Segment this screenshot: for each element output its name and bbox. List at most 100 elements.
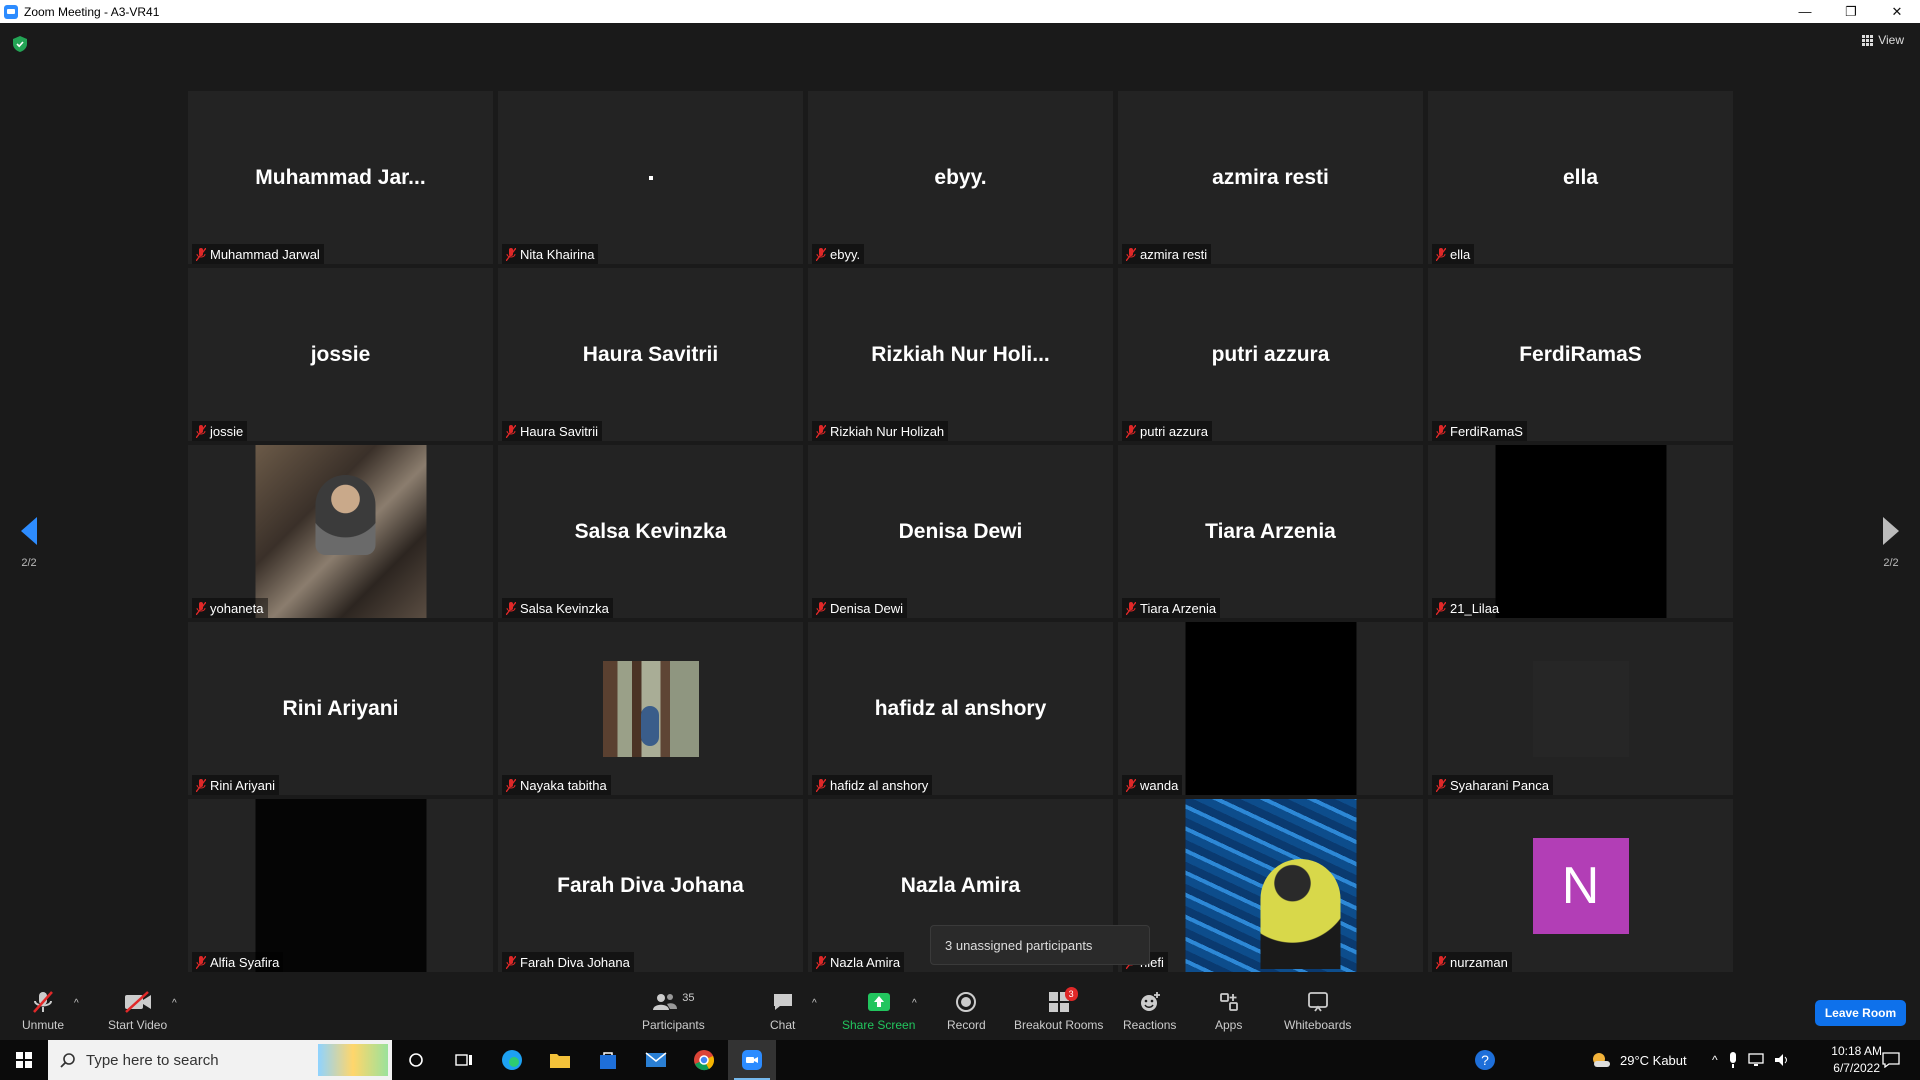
video-options-caret-icon[interactable]: ^ <box>172 998 177 1009</box>
participant-tile[interactable]: ebyy. ebyy. <box>808 91 1113 264</box>
next-page-button[interactable]: 2/2 <box>1876 517 1906 569</box>
unmute-button[interactable]: Unmute <box>22 990 64 1032</box>
share-screen-icon <box>867 993 890 1011</box>
network-icon[interactable] <box>1747 1053 1764 1067</box>
breakout-rooms-button[interactable]: 3 Breakout Rooms <box>1014 987 1103 1032</box>
whiteboard-icon <box>1307 992 1328 1012</box>
search-placeholder: Type here to search <box>86 1051 219 1069</box>
reactions-button[interactable]: Reactions <box>1123 990 1176 1032</box>
participant-tile[interactable]: Alfia Syafira <box>188 799 493 972</box>
participant-tile[interactable]: Tiara Arzenia Tiara Arzenia <box>1118 445 1423 618</box>
record-button[interactable]: Record <box>947 990 986 1032</box>
participant-tile[interactable]: Nayaka tabitha <box>498 622 803 795</box>
muted-mic-icon <box>195 247 207 261</box>
participant-name-label: Salsa Kevinzka <box>502 598 613 618</box>
chat-icon <box>773 994 792 1010</box>
participant-profile-photo <box>602 660 699 757</box>
whiteboards-button[interactable]: Whiteboards <box>1284 990 1351 1032</box>
participant-tile[interactable]: jossie jossie <box>188 268 493 441</box>
microphone-tray-icon[interactable] <box>1728 1052 1738 1068</box>
muted-mic-icon <box>505 424 517 438</box>
participant-grid: Muhammad Jar... Muhammad Jarwal Nita Khair… <box>188 91 1733 972</box>
participant-tile[interactable]: hafidz al anshory hafidz al anshory <box>808 622 1113 795</box>
previous-page-button[interactable]: 2/2 <box>14 517 44 569</box>
cortana-button[interactable] <box>392 1040 440 1080</box>
participant-placeholder-mark <box>648 175 653 180</box>
participant-tile[interactable]: Nita Khairina <box>498 91 803 264</box>
store-taskbar-button[interactable] <box>584 1040 632 1080</box>
muted-mic-icon <box>195 955 207 969</box>
participant-name: nurzaman <box>1450 954 1508 970</box>
minimize-button[interactable]: — <box>1782 0 1828 23</box>
participant-name-label: Rizkiah Nur Holizah <box>812 421 949 441</box>
apps-button[interactable]: Apps <box>1215 990 1242 1032</box>
participant-tile[interactable]: Nnurzaman <box>1428 799 1733 972</box>
security-shield-icon[interactable] <box>13 36 27 52</box>
leave-room-button[interactable]: Leave Room <box>1815 1000 1906 1026</box>
participant-name: 21_Lilaa <box>1450 600 1500 616</box>
participant-name-label: jossie <box>192 421 248 441</box>
file-explorer-taskbar-button[interactable] <box>536 1040 584 1080</box>
chrome-taskbar-button[interactable] <box>680 1040 728 1080</box>
participant-tile[interactable]: Muhammad Jar... Muhammad Jarwal <box>188 91 493 264</box>
participant-tile[interactable]: Syaharani Panca <box>1428 622 1733 795</box>
participant-tile[interactable]: ella ella <box>1428 91 1733 264</box>
chat-button[interactable]: Chat <box>770 990 795 1032</box>
participant-tile[interactable]: 21_Lilaa <box>1428 445 1733 618</box>
participant-display-name: jossie <box>310 342 371 366</box>
taskbar-search-box[interactable]: Type here to search <box>48 1040 392 1080</box>
share-screen-label: Share Screen <box>842 1018 916 1032</box>
muted-mic-icon <box>195 778 207 792</box>
participant-name-label: Nita Khairina <box>502 244 599 264</box>
share-options-caret-icon[interactable]: ^ <box>912 998 917 1009</box>
edge-taskbar-button[interactable] <box>488 1040 536 1080</box>
close-button[interactable]: ✕ <box>1874 0 1920 23</box>
start-button[interactable] <box>0 1040 48 1080</box>
restore-button[interactable]: ❐ <box>1828 0 1874 23</box>
participant-name: hafidz al anshory <box>830 777 929 793</box>
unassigned-participants-tooltip: 3 unassigned participants <box>930 925 1150 965</box>
mail-taskbar-button[interactable] <box>632 1040 680 1080</box>
view-button[interactable]: View <box>1862 33 1904 47</box>
tray-chevron-icon[interactable]: ^ <box>1712 1053 1718 1067</box>
weather-widget[interactable]: 29°C Kabut <box>1590 1040 1687 1080</box>
participant-tile[interactable]: FerdiRamaS FerdiRamaS <box>1428 268 1733 441</box>
task-view-button[interactable] <box>440 1040 488 1080</box>
participant-tile[interactable]: wanda <box>1118 622 1423 795</box>
participant-name-label: wanda <box>1122 775 1183 795</box>
breakout-rooms-badge: 3 <box>1064 987 1078 1001</box>
participant-display-name: ebyy. <box>934 165 987 189</box>
participant-tile[interactable]: Farah Diva Johana Farah Diva Johana <box>498 799 803 972</box>
taskbar-clock[interactable]: 10:18 AM 6/7/2022 <box>1831 1043 1882 1077</box>
help-tray-button[interactable]: ? <box>1474 1040 1496 1080</box>
audio-options-caret-icon[interactable]: ^ <box>74 998 79 1009</box>
participant-tile[interactable]: hlefi <box>1118 799 1423 972</box>
participant-name: Nayaka tabitha <box>520 777 607 793</box>
apps-label: Apps <box>1215 1018 1243 1032</box>
participant-tile[interactable]: azmira resti azmira resti <box>1118 91 1423 264</box>
volume-icon[interactable] <box>1774 1053 1790 1067</box>
participant-tile[interactable]: Denisa Dewi Denisa Dewi <box>808 445 1113 618</box>
muted-mic-icon <box>1435 778 1447 792</box>
notifications-button[interactable] <box>1882 1040 1900 1080</box>
participant-tile[interactable]: Rini Ariyani Rini Ariyani <box>188 622 493 795</box>
participant-video <box>1185 799 1356 972</box>
share-screen-button[interactable]: Share Screen <box>842 990 915 1032</box>
participant-tile[interactable]: putri azzura putri azzura <box>1118 268 1423 441</box>
start-video-button[interactable]: Start Video <box>108 990 167 1032</box>
participant-tile[interactable]: yohaneta <box>188 445 493 618</box>
arrow-left-icon <box>21 517 37 545</box>
participant-tile[interactable]: Rizkiah Nur Holi... Rizkiah Nur Holizah <box>808 268 1113 441</box>
participants-button[interactable]: 35 Participants <box>642 990 705 1032</box>
zoom-taskbar-button[interactable] <box>728 1040 776 1080</box>
help-icon: ? <box>1475 1050 1495 1070</box>
muted-mic-icon <box>195 424 207 438</box>
participant-display-name: Denisa Dewi <box>898 519 1023 543</box>
participant-display-name: Farah Diva Johana <box>557 873 744 897</box>
participant-name: Nita Khairina <box>520 246 595 262</box>
participant-tile[interactable]: Salsa Kevinzka Salsa Kevinzka <box>498 445 803 618</box>
participant-name: Tiara Arzenia <box>1140 600 1217 616</box>
participant-video <box>1495 445 1666 618</box>
participant-tile[interactable]: Haura Savitrii Haura Savitrii <box>498 268 803 441</box>
chat-options-caret-icon[interactable]: ^ <box>812 998 817 1009</box>
